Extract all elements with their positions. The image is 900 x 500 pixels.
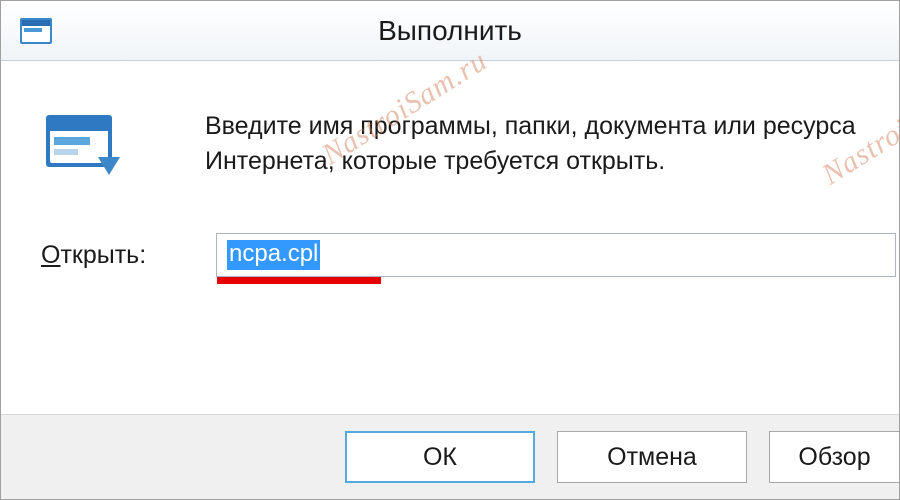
open-label-text: ткрыть: [60,241,146,269]
window-icon [19,17,53,45]
run-icon [41,107,125,185]
command-input[interactable] [216,233,896,277]
open-label-accel: О [41,241,60,269]
cancel-button[interactable]: Отмена [557,431,747,483]
open-row: Открыть: ncpa.cpl [1,185,899,277]
open-label: Открыть: [41,241,216,270]
command-combobox[interactable]: ncpa.cpl [216,233,899,277]
description-text: Введите имя программы, папки, документа … [205,101,879,179]
window-title: Выполнить [378,15,522,47]
titlebar[interactable]: Выполнить [1,1,899,61]
dialog-content: Введите имя программы, папки, документа … [1,61,899,499]
run-dialog-window: Выполнить Введите имя программы, папки, … [0,0,900,500]
description-row: Введите имя программы, папки, документа … [1,91,899,185]
ok-button[interactable]: ОК [345,431,535,483]
annotation-underline [217,277,381,284]
browse-button[interactable]: Обзор [769,431,899,483]
button-bar: ОК Отмена Обзор [1,414,899,499]
